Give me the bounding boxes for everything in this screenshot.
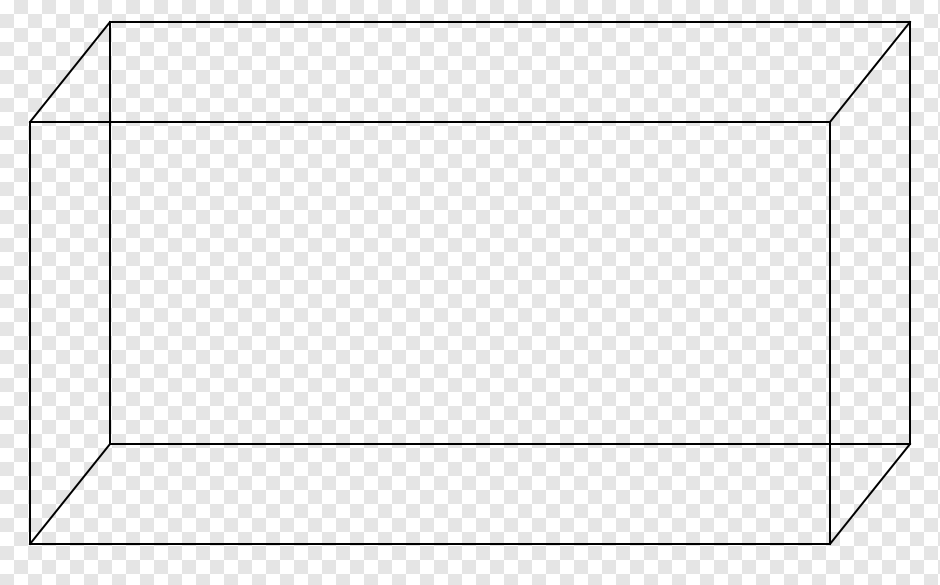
cuboid-edges (30, 22, 910, 544)
edge-front_top_left-back_top_left (30, 22, 110, 122)
edge-front_top_right-back_top_right (830, 22, 910, 122)
cuboid-diagram (0, 0, 940, 585)
edge-front_bottom_right-back_bottom_right (830, 444, 910, 544)
cuboid-wireframe-svg (0, 0, 940, 585)
edge-front_bottom_left-back_bottom_left (30, 444, 110, 544)
